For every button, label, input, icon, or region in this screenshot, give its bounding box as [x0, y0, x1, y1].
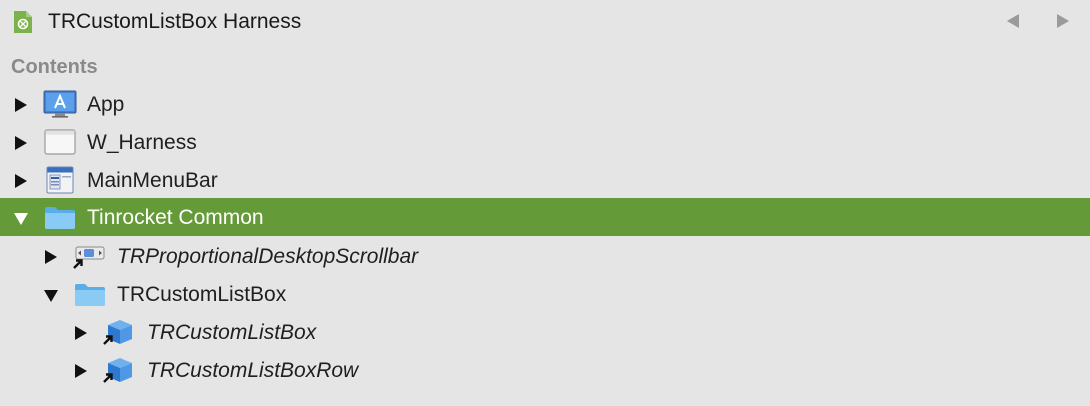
tree-row-w-harness[interactable]: W_Harness	[0, 123, 1090, 161]
tree-row-trcustomlistbox-folder[interactable]: TRCustomListBox	[0, 275, 1090, 313]
disclosure-expanded-icon[interactable]	[13, 210, 29, 226]
window-title: TRCustomListBox Harness	[48, 10, 302, 33]
tree-row-label: Tinrocket Common	[87, 206, 264, 229]
app-icon	[43, 90, 77, 118]
back-button[interactable]	[1004, 12, 1022, 30]
tree-row-label: W_Harness	[87, 131, 197, 154]
class-alias-icon	[103, 358, 132, 383]
window-icon	[44, 129, 76, 155]
disclosure-collapsed-icon[interactable]	[73, 363, 89, 379]
contents-header: Contents	[11, 56, 98, 78]
disclosure-collapsed-icon[interactable]	[13, 173, 29, 189]
project-doc-icon	[14, 11, 32, 33]
folder-icon	[75, 284, 105, 306]
tree-row-label: TRProportionalDesktopScrollbar	[117, 245, 419, 268]
disclosure-collapsed-icon[interactable]	[13, 135, 29, 151]
tree-row-mainmenubar[interactable]: MainMenuBar	[0, 161, 1090, 199]
triangle-left-icon	[1007, 14, 1019, 28]
tree-row-label: MainMenuBar	[87, 169, 218, 192]
tree-row-trcustomlistbox-class[interactable]: TRCustomListBox	[0, 313, 1090, 351]
tree-row-trproportionaldesktopscrollbar[interactable]: TRProportionalDesktopScrollbar	[0, 237, 1090, 275]
disclosure-collapsed-icon[interactable]	[13, 97, 29, 113]
tree-row-label: App	[87, 93, 125, 116]
folder-icon	[45, 207, 75, 229]
tree-row-trcustomlistboxrow[interactable]: TRCustomListBoxRow	[0, 351, 1090, 389]
tree-row-label: TRCustomListBox	[117, 283, 287, 306]
tree-row-app[interactable]: App	[0, 85, 1090, 123]
disclosure-collapsed-icon[interactable]	[73, 325, 89, 341]
class-alias-icon	[103, 320, 132, 345]
tree-row-label: TRCustomListBoxRow	[147, 359, 359, 382]
disclosure-collapsed-icon[interactable]	[43, 249, 59, 265]
tree-row-tinrocket-common[interactable]: Tinrocket Common	[0, 198, 1090, 236]
forward-button[interactable]	[1054, 12, 1072, 30]
tree-row-label: TRCustomListBox	[147, 321, 317, 344]
title-bar: TRCustomListBox Harness	[0, 0, 1090, 44]
triangle-right-icon	[1057, 14, 1069, 28]
disclosure-expanded-icon[interactable]	[43, 287, 59, 303]
scrollbar-alias-icon	[73, 246, 105, 269]
menubar-icon	[46, 166, 74, 194]
